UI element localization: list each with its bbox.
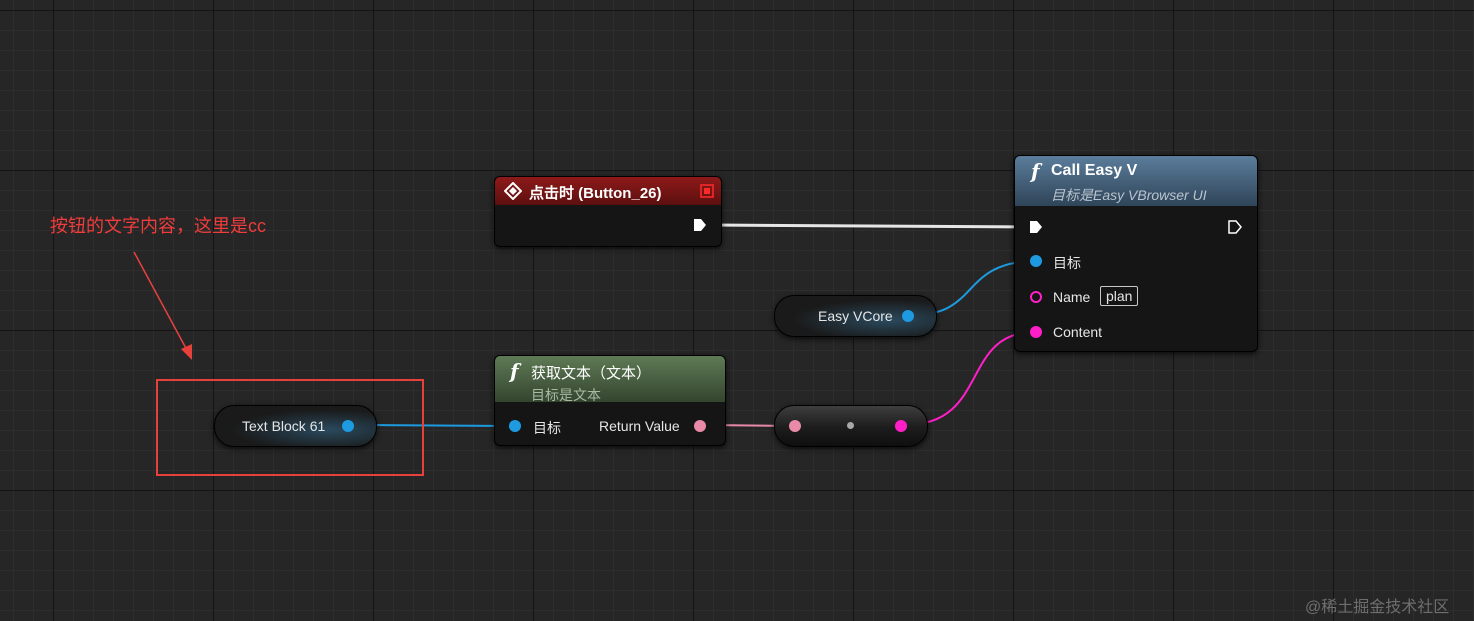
name-value-input[interactable]: plan	[1100, 286, 1139, 306]
event-diamond-icon	[504, 182, 522, 200]
exec-wire	[711, 223, 1031, 229]
easy-vcore-label: Easy VCore	[818, 308, 893, 324]
conversion-in-pin-icon[interactable]	[789, 420, 801, 432]
get-text-node-title: 获取文本（文本）	[531, 365, 652, 382]
text-to-string-conversion-node[interactable]	[774, 405, 928, 447]
event-node-on-clicked[interactable]: 点击时 (Button_26)	[494, 176, 722, 247]
annotation-highlight-box	[156, 379, 424, 476]
function-icon: f	[510, 359, 519, 383]
call-easy-v-node[interactable]: f Call Easy V 目标是Easy VBrowser UI 目标 Nam…	[1014, 155, 1258, 352]
exec-out-pin-icon[interactable]	[1228, 220, 1242, 234]
call-node-title: Call Easy V	[1051, 162, 1138, 179]
get-text-target-pin-icon[interactable]	[509, 420, 521, 432]
easy-vcore-out-pin-icon[interactable]	[902, 310, 914, 322]
content-pin-icon[interactable]	[1030, 326, 1042, 338]
conversion-dot-icon	[847, 422, 854, 429]
target-pin-label: 目标	[1053, 255, 1081, 271]
get-text-target-label: 目标	[533, 420, 561, 436]
exec-out-pin-icon[interactable]	[693, 218, 707, 232]
return-value-label: Return Value	[599, 418, 680, 434]
annotation-text: 按钮的文字内容，这里是cc	[50, 216, 266, 236]
name-pin-label: Name	[1053, 289, 1091, 305]
annotation-arrow-head	[181, 344, 192, 360]
annotation-arrow-line	[133, 251, 189, 353]
get-text-node[interactable]: f 获取文本（文本） 目标是文本 目标 Return Value	[494, 355, 726, 446]
get-text-node-subtitle: 目标是文本	[531, 387, 601, 403]
target-pin-icon[interactable]	[1030, 255, 1042, 267]
watermark: @稀土掘金技术社区	[1305, 599, 1450, 616]
function-icon: f	[1031, 159, 1040, 183]
easy-vcore-variable-node[interactable]: Easy VCore	[774, 295, 937, 337]
exec-in-pin-icon[interactable]	[1029, 220, 1043, 234]
conversion-out-pin-icon[interactable]	[895, 420, 907, 432]
return-value-pin-icon[interactable]	[694, 420, 706, 432]
event-node-title: 点击时 (Button_26)	[529, 185, 662, 202]
breakpoint-icon[interactable]	[700, 184, 714, 198]
call-node-subtitle: 目标是Easy VBrowser UI	[1051, 187, 1207, 203]
content-pin-label: Content	[1053, 324, 1103, 340]
name-pin-icon[interactable]	[1030, 291, 1042, 303]
